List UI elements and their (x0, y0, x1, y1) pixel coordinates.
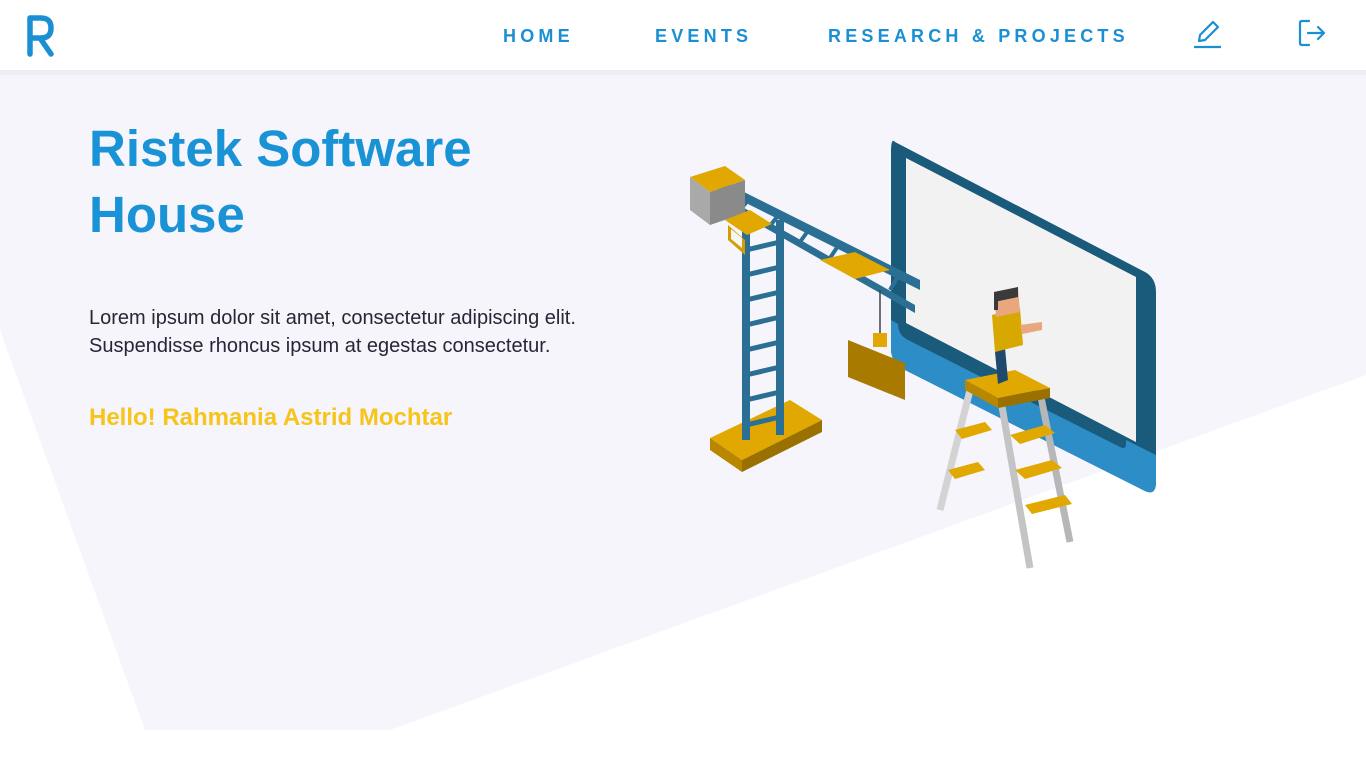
hero-section: Ristek Software House Lorem ipsum dolor … (89, 116, 629, 432)
ristek-logo[interactable] (26, 15, 56, 57)
edit-icon[interactable] (1191, 16, 1223, 50)
logout-icon[interactable] (1296, 16, 1328, 50)
nav-events-link[interactable]: EVENTS (655, 26, 752, 47)
user-greeting: Hello! Rahmania Astrid Mochtar (89, 404, 453, 431)
construction-illustration (690, 140, 1156, 569)
hero-title: Ristek Software House (89, 120, 472, 243)
header-divider (0, 70, 1366, 75)
hero-description: Lorem ipsum dolor sit amet, consectetur … (89, 307, 576, 357)
top-navbar: HOME EVENTS RESEARCH & PROJECTS (0, 0, 1366, 70)
crane-graphic (690, 166, 920, 472)
nav-home-link[interactable]: HOME (503, 26, 574, 47)
nav-research-projects-link[interactable]: RESEARCH & PROJECTS (828, 26, 1129, 47)
